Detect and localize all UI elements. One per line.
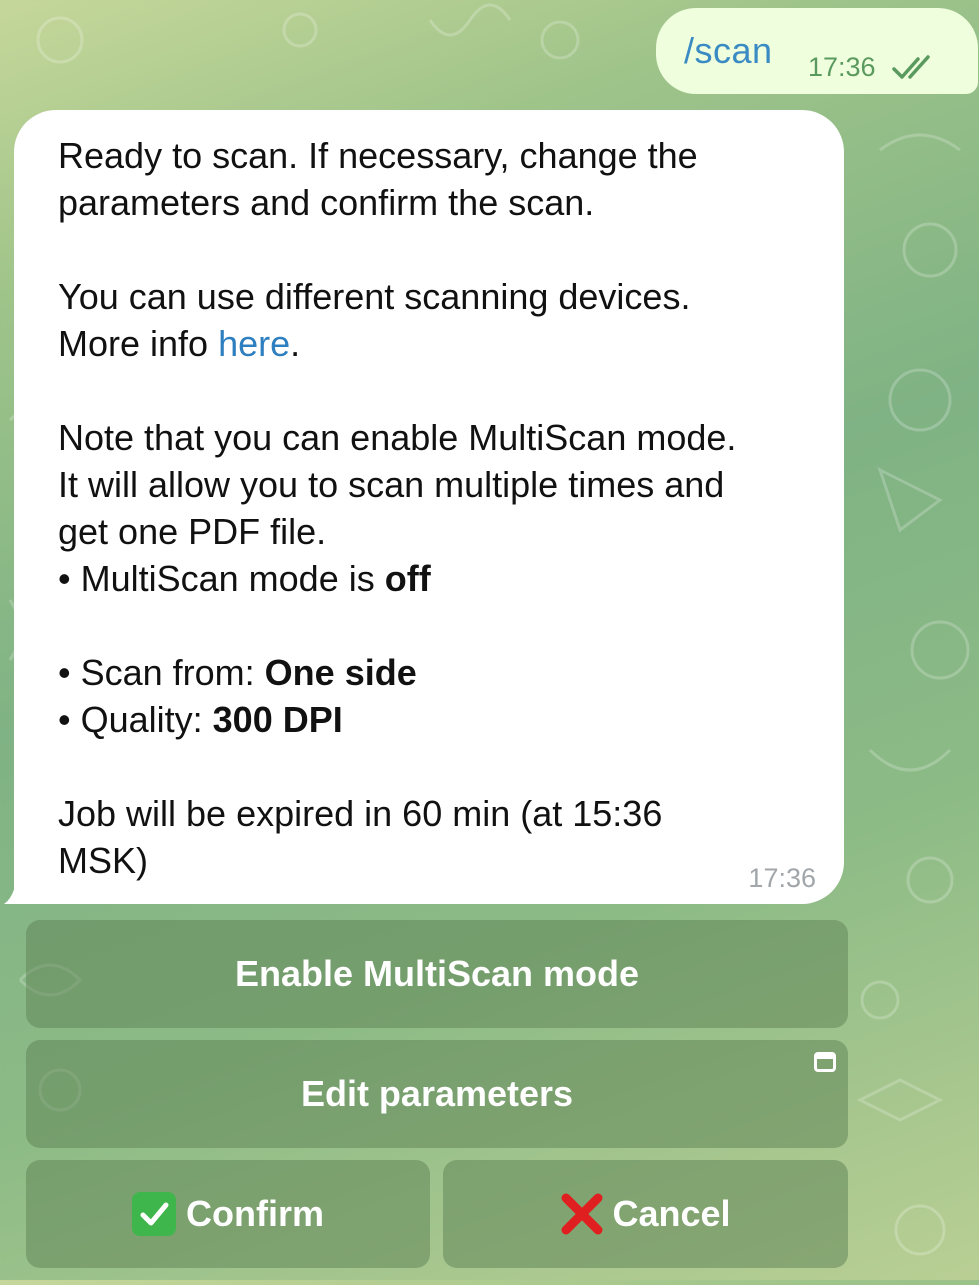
message-line: It will allow you to scan multiple times… (58, 464, 725, 505)
message-line: parameters and confirm the scan. (58, 182, 595, 223)
incoming-message-text: Ready to scan. If necessary, change the … (58, 132, 828, 884)
message-line: Note that you can enable MultiScan mode. (58, 417, 737, 458)
message-line: Ready to scan. If necessary, change the (58, 135, 698, 176)
message-line: More info here. (58, 323, 301, 364)
multiscan-status: • MultiScan mode is off (58, 558, 431, 599)
check-mark-button-icon (132, 1192, 176, 1236)
confirm-button[interactable]: Confirm (26, 1160, 430, 1268)
outgoing-message-time: 17:36 (808, 52, 876, 82)
double-check-icon (892, 55, 930, 79)
enable-multiscan-button[interactable]: Enable MultiScan mode (26, 920, 848, 1028)
message-line: You can use different scanning devices. (58, 276, 691, 317)
enable-multiscan-label: Enable MultiScan mode (234, 953, 640, 994)
edit-parameters-label: Edit parameters (300, 1073, 574, 1114)
scan-from-setting: • Scan from: One side (58, 652, 417, 693)
web-app-icon (814, 1052, 836, 1072)
edit-parameters-button[interactable]: Edit parameters (26, 1040, 848, 1148)
cross-mark-icon (561, 1193, 603, 1235)
expire-notice: MSK) (58, 840, 148, 881)
outgoing-message-text: /scan (684, 30, 773, 71)
outgoing-message-bubble: /scan 17:36 (656, 8, 978, 94)
message-line: get one PDF file. (58, 511, 327, 552)
cancel-label: Cancel (612, 1193, 731, 1234)
incoming-message-time: 17:36 (748, 863, 816, 893)
incoming-message-bubble: Ready to scan. If necessary, change the … (14, 110, 844, 904)
here-link[interactable]: here (218, 323, 290, 364)
confirm-label: Confirm (186, 1193, 324, 1234)
quality-setting: • Quality: 300 DPI (58, 699, 343, 740)
cancel-button[interactable]: Cancel (443, 1160, 848, 1268)
expire-notice: Job will be expired in 60 min (at 15:36 (58, 793, 663, 834)
